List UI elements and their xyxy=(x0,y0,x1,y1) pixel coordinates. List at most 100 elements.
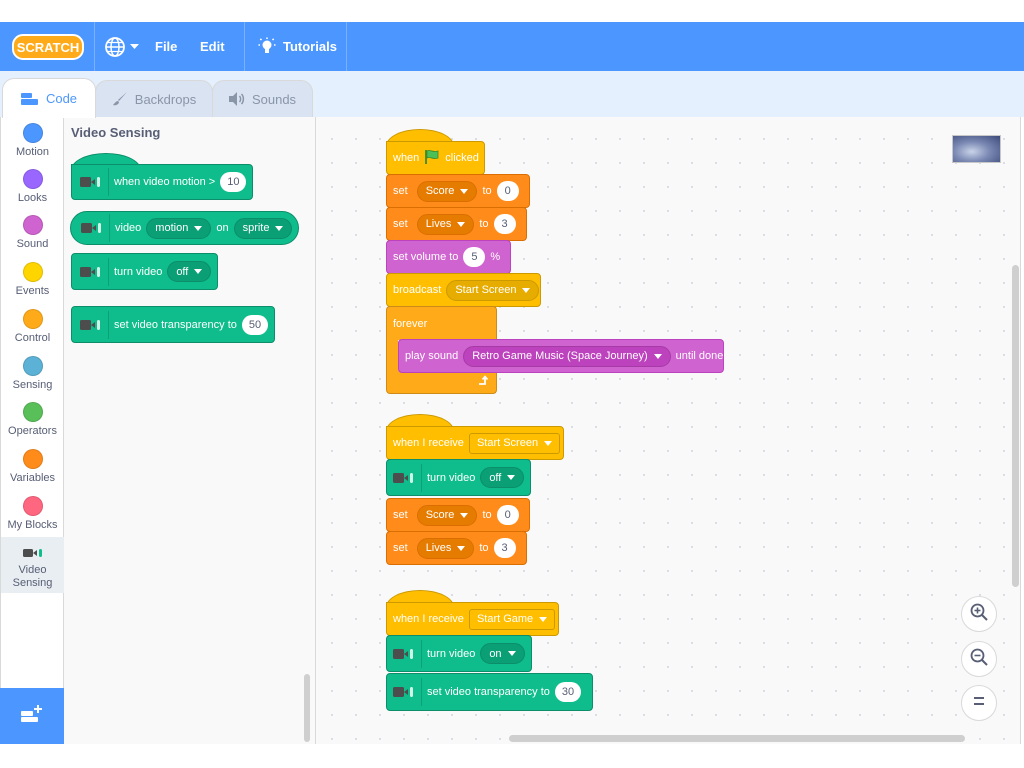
category-label: Video Sensing xyxy=(12,564,53,589)
stage-thumbnail[interactable] xyxy=(952,135,1001,163)
block-play-sound-until-done[interactable]: play sound Retro Game Music (Space Journ… xyxy=(398,339,724,373)
category-label: Sensing xyxy=(12,379,53,391)
motion-threshold-input[interactable]: 10 xyxy=(220,172,247,192)
tab-code[interactable]: Code xyxy=(2,78,96,118)
horizontal-scrollbar[interactable] xyxy=(509,735,965,742)
category-label: My Blocks xyxy=(7,519,58,531)
block-text: to xyxy=(479,218,489,230)
block-when-i-receive[interactable]: when I receive Start Screen xyxy=(386,426,564,460)
category-events[interactable]: Events xyxy=(1,262,64,297)
block-set-variable[interactable]: set Lives to 3 xyxy=(386,207,527,241)
block-set-variable[interactable]: set Score to 0 xyxy=(386,174,530,208)
receive-message-dropdown[interactable]: Start Screen xyxy=(468,432,561,454)
dropdown-value: Lives xyxy=(425,542,452,554)
block-broadcast[interactable]: broadcast Start Screen xyxy=(386,273,541,307)
file-menu[interactable]: File xyxy=(155,22,177,71)
block-text: turn video xyxy=(114,265,163,278)
video-sensing-icon xyxy=(81,214,110,242)
category-dot-motion xyxy=(22,123,43,143)
chevron-down-icon xyxy=(653,353,662,359)
forever-header: forever xyxy=(386,306,497,340)
chevron-down-icon xyxy=(457,545,466,551)
block-text: set xyxy=(393,218,408,230)
chevron-down-icon xyxy=(194,269,203,274)
block-set-video-transparency[interactable]: set video transparency to 30 xyxy=(386,673,593,711)
chevron-down-icon xyxy=(130,43,139,50)
dropdown-value: Start Screen xyxy=(455,284,517,296)
transparency-input[interactable]: 30 xyxy=(554,682,582,702)
block-when-video-motion[interactable]: when video motion > 10 xyxy=(71,164,254,200)
category-sensing[interactable]: Sensing xyxy=(1,356,64,391)
dropdown-value: Retro Game Music (Space Journey) xyxy=(472,350,648,362)
category-variables[interactable]: Variables xyxy=(1,449,64,484)
block-text: broadcast xyxy=(393,284,442,296)
palette-scrollbar[interactable] xyxy=(304,674,310,742)
block-text: to xyxy=(482,509,492,521)
sound-dropdown[interactable]: Retro Game Music (Space Journey) xyxy=(463,345,671,367)
video-sensing-icon xyxy=(1,545,64,561)
category-my-blocks[interactable]: My Blocks xyxy=(1,496,64,531)
category-video-sensing[interactable]: Video Sensing xyxy=(1,537,64,593)
variable-dropdown[interactable]: Score xyxy=(416,504,478,526)
script-area[interactable]: when clicked set Score to 0 set Lives to… xyxy=(316,117,1021,744)
block-when-i-receive[interactable]: when I receive Start Game xyxy=(386,602,559,636)
tutorials-label: Tutorials xyxy=(283,39,337,54)
variable-dropdown[interactable]: Lives xyxy=(416,537,475,559)
scratch-logo[interactable]: SCRATCH xyxy=(12,33,84,61)
vertical-scrollbar[interactable] xyxy=(1012,265,1019,587)
chevron-down-icon xyxy=(457,221,466,227)
category-dot-my-blocks xyxy=(22,496,43,516)
zoom-out-button[interactable] xyxy=(961,641,997,677)
category-motion[interactable]: Motion xyxy=(1,123,64,158)
chevron-down-icon xyxy=(544,440,553,446)
category-label: Looks xyxy=(17,192,48,204)
block-turn-video[interactable]: turn video off xyxy=(71,253,219,290)
block-set-volume[interactable]: set volume to 5 % xyxy=(386,240,511,274)
block-when-flag-clicked[interactable]: when clicked xyxy=(386,141,485,175)
category-dot-variables xyxy=(22,449,43,469)
volume-input[interactable]: 5 xyxy=(463,247,486,267)
tutorials-menu[interactable]: Tutorials xyxy=(258,22,337,71)
receive-message-dropdown[interactable]: Start Game xyxy=(468,608,556,630)
chevron-down-icon xyxy=(460,512,469,518)
lightbulb-icon xyxy=(258,37,276,57)
block-turn-video[interactable]: turn video on xyxy=(386,635,532,672)
block-text: turn video xyxy=(427,471,476,484)
block-text: set video transparency to xyxy=(114,318,237,331)
variable-dropdown[interactable]: Score xyxy=(416,180,478,202)
edit-menu[interactable]: Edit xyxy=(200,22,225,71)
video-state-dropdown[interactable]: off xyxy=(480,467,525,488)
tab-sounds[interactable]: Sounds xyxy=(212,80,313,117)
category-operators[interactable]: Operators xyxy=(1,402,64,437)
video-state-dropdown[interactable]: on xyxy=(480,643,525,664)
value-input[interactable]: 0 xyxy=(496,181,519,201)
variable-dropdown[interactable]: Lives xyxy=(416,213,475,235)
category-looks[interactable]: Looks xyxy=(1,169,64,204)
language-menu[interactable] xyxy=(104,22,139,71)
attribute-dropdown[interactable]: motion xyxy=(146,217,212,239)
block-set-variable[interactable]: set Score to 0 xyxy=(386,498,530,532)
tab-backdrops[interactable]: Backdrops xyxy=(95,80,213,117)
zoom-reset-button[interactable] xyxy=(961,685,997,721)
svg-text:SCRATCH: SCRATCH xyxy=(17,40,80,55)
block-video-attribute[interactable]: video motion on sprite xyxy=(70,211,300,245)
category-dot-sound xyxy=(22,215,43,235)
category-control[interactable]: Control xyxy=(1,309,64,344)
dropdown-value: Score xyxy=(425,509,455,521)
subject-dropdown[interactable]: sprite xyxy=(233,217,293,239)
transparency-input[interactable]: 50 xyxy=(241,314,269,335)
block-set-variable[interactable]: set Lives to 3 xyxy=(386,531,527,565)
value-input[interactable]: 0 xyxy=(496,505,519,525)
category-label: Variables xyxy=(9,472,56,484)
video-state-dropdown[interactable]: off xyxy=(167,261,212,282)
broadcast-message-dropdown[interactable]: Start Screen xyxy=(446,279,540,301)
add-extension-button[interactable] xyxy=(0,688,64,744)
add-extension-icon xyxy=(21,704,43,728)
value-input[interactable]: 3 xyxy=(493,538,516,558)
block-set-video-transparency[interactable]: set video transparency to 50 xyxy=(71,306,276,343)
category-sound[interactable]: Sound xyxy=(1,215,64,250)
zoom-in-button[interactable] xyxy=(961,596,997,632)
menu-divider xyxy=(94,22,95,71)
block-turn-video[interactable]: turn video off xyxy=(386,459,531,496)
value-input[interactable]: 3 xyxy=(493,214,516,234)
